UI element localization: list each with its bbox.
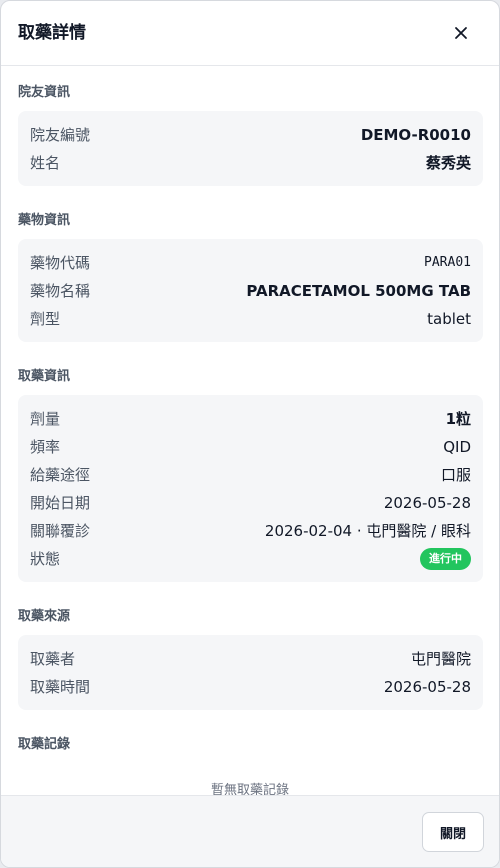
value-resident-id: DEMO-R0010 (360, 126, 471, 144)
section-title-medication: 藥物資訊 (18, 213, 71, 228)
value-dose: 1粒 (445, 410, 471, 428)
value-resident-name: 蔡秀英 (425, 154, 471, 172)
label-start-date: 開始日期 (30, 494, 91, 512)
close-icon (455, 27, 467, 39)
row-medication-name: 藥物名稱 PARACETAMOL 500MG TAB (30, 277, 471, 305)
label-medication-name: 藥物名稱 (30, 282, 91, 300)
dialog-header: 取藥詳情 (1, 1, 499, 66)
section-title-source: 取藥來源 (18, 609, 71, 624)
dialog-title: 取藥詳情 (18, 23, 86, 43)
row-medication-form: 劑型 tablet (30, 305, 471, 333)
label-dispense-time: 取藥時間 (30, 678, 91, 696)
row-followup: 關聯覆診 2026-02-04 · 屯門醫院 / 眼科 (30, 517, 471, 545)
row-frequency: 頻率 QID (30, 433, 471, 461)
section-title-resident: 院友資訊 (18, 85, 71, 100)
value-start-date: 2026-05-28 (383, 494, 471, 512)
row-dispense-time: 取藥時間 2026-05-28 (30, 673, 471, 701)
value-route: 口服 (440, 466, 471, 484)
row-resident-id: 院友編號 DEMO-R0010 (30, 121, 471, 149)
row-medication-code: 藥物代碼 PARA01 (30, 249, 471, 277)
dialog-body[interactable]: 院友資訊 院友編號 DEMO-R0010 姓名 蔡秀英 藥物資訊 藥物代碼 PA… (1, 66, 499, 795)
value-medication-form: tablet (427, 310, 471, 328)
dialog-footer: 關閉 (1, 795, 499, 867)
label-dispensed-by: 取藥者 (30, 650, 76, 668)
status-badge: 進行中 (420, 548, 471, 570)
section-title-dispense: 取藥資訊 (18, 369, 71, 384)
footer-close-button[interactable]: 關閉 (422, 812, 484, 852)
label-resident-id: 院友編號 (30, 126, 91, 144)
value-dispensed-by: 屯門醫院 (410, 650, 471, 668)
close-button[interactable] (449, 21, 473, 45)
dispense-card: 劑量 1粒 頻率 QID 給藥途徑 口服 開始日期 2026-05-28 關聯覆… (18, 395, 483, 582)
row-start-date: 開始日期 2026-05-28 (30, 489, 471, 517)
medication-detail-dialog: 取藥詳情 院友資訊 院友編號 DEMO-R0010 姓名 蔡秀英 藥物資訊 藥物… (0, 0, 500, 868)
value-followup: 2026-02-04 · 屯門醫院 / 眼科 (264, 522, 471, 540)
label-followup: 關聯覆診 (30, 522, 91, 540)
value-medication-name: PARACETAMOL 500MG TAB (246, 282, 471, 300)
label-dose: 劑量 (30, 410, 61, 428)
value-dispense-time: 2026-05-28 (383, 678, 471, 696)
value-frequency: QID (443, 438, 471, 456)
medication-card: 藥物代碼 PARA01 藥物名稱 PARACETAMOL 500MG TAB 劑… (18, 239, 483, 342)
source-card: 取藥者 屯門醫院 取藥時間 2026-05-28 (18, 635, 483, 710)
value-medication-code: PARA01 (424, 255, 471, 270)
row-route: 給藥途徑 口服 (30, 461, 471, 489)
resident-card: 院友編號 DEMO-R0010 姓名 蔡秀英 (18, 111, 483, 186)
section-title-records: 取藥記錄 (18, 737, 71, 752)
label-medication-form: 劑型 (30, 310, 61, 328)
label-medication-code: 藥物代碼 (30, 254, 91, 272)
label-route: 給藥途徑 (30, 466, 91, 484)
empty-records-text: 暫無取藥記錄 (210, 783, 289, 795)
label-frequency: 頻率 (30, 438, 61, 456)
row-dispensed-by: 取藥者 屯門醫院 (30, 645, 471, 673)
row-dose: 劑量 1粒 (30, 405, 471, 433)
label-resident-name: 姓名 (30, 154, 61, 172)
row-status: 狀態 進行中 (30, 545, 471, 573)
label-status: 狀態 (30, 550, 61, 568)
row-resident-name: 姓名 蔡秀英 (30, 149, 471, 177)
